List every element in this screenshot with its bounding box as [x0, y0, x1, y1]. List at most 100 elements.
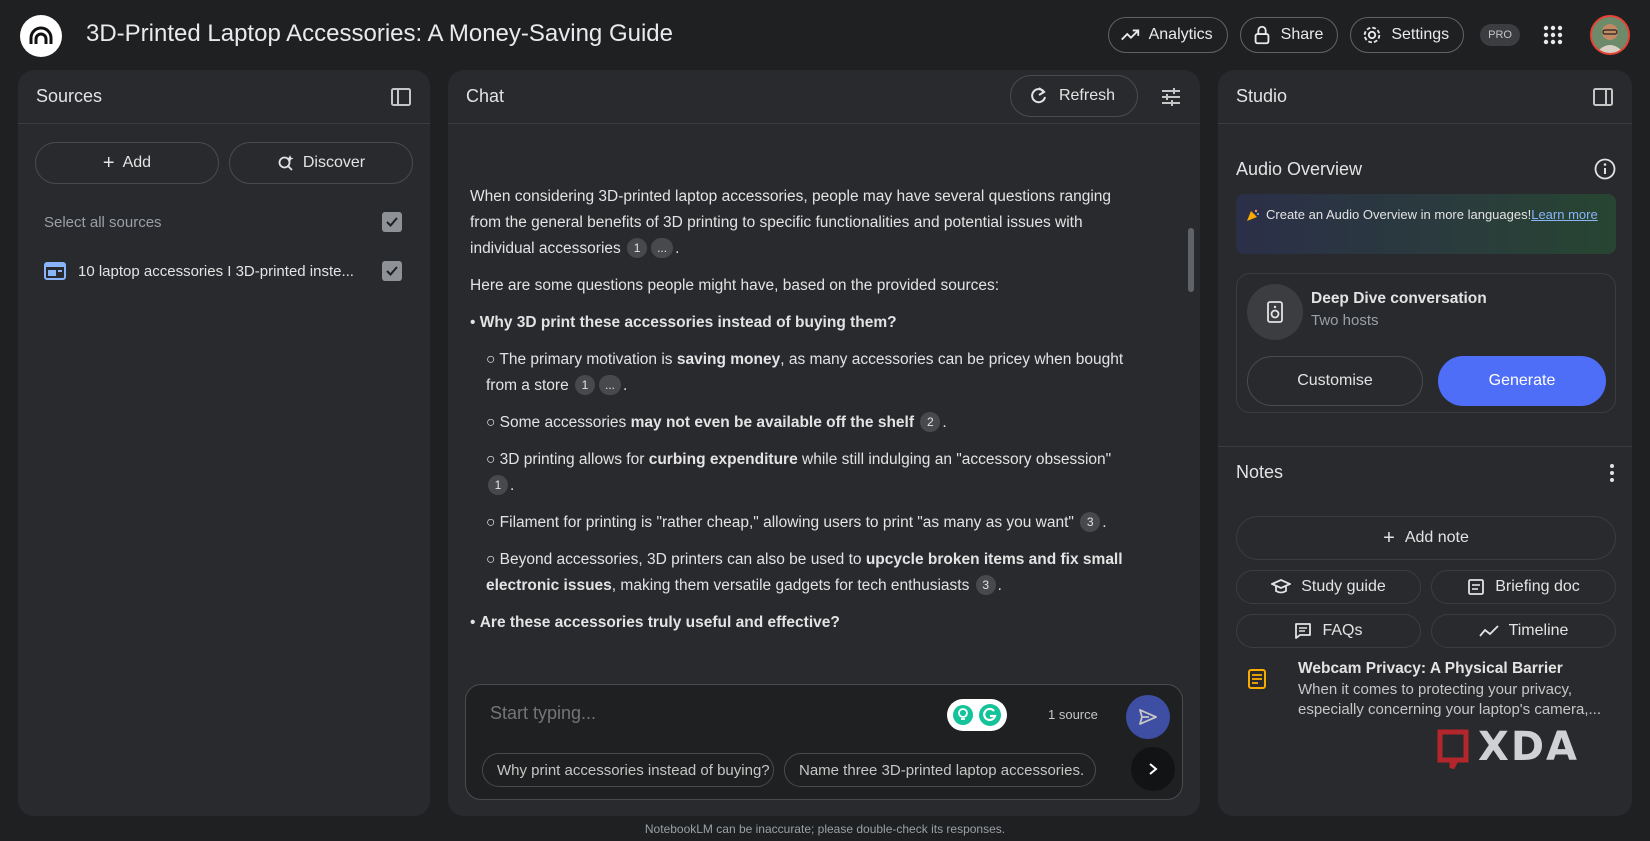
chat-message: When considering 3D-printed laptop acces… — [470, 184, 1130, 647]
message-text: When considering 3D-printed laptop acces… — [470, 188, 1112, 257]
briefing-doc-button[interactable]: Briefing doc — [1431, 570, 1616, 604]
collapse-panel-icon[interactable] — [1592, 86, 1614, 108]
citation-chip[interactable]: 3 — [975, 575, 996, 595]
share-button[interactable]: Share — [1239, 17, 1339, 53]
plus-icon: + — [1383, 527, 1395, 549]
note-icon — [1248, 669, 1266, 689]
note-title: Webcam Privacy: A Physical Barrier — [1298, 660, 1563, 677]
document-icon — [1468, 579, 1485, 595]
info-icon[interactable] — [1594, 158, 1616, 180]
chat-input[interactable] — [490, 703, 910, 724]
faqs-label: FAQs — [1322, 622, 1363, 639]
customise-button[interactable]: Customise — [1247, 356, 1423, 406]
generate-button[interactable]: Generate — [1438, 356, 1606, 406]
refresh-label: Refresh — [1058, 87, 1115, 104]
source-item[interactable]: 10 laptop accessories I 3D-printed inste… — [18, 261, 430, 281]
next-suggestions-button[interactable] — [1131, 747, 1175, 791]
sources-title: Sources — [36, 86, 103, 106]
answer-text: ○ Some accessories — [486, 414, 631, 431]
citation-more-chip[interactable]: ... — [651, 238, 674, 258]
pro-badge: PRO — [1480, 24, 1520, 46]
add-note-button[interactable]: + Add note — [1236, 516, 1616, 560]
studio-panel: Studio Audio Overview Create an Audio Ov… — [1218, 70, 1632, 816]
timeline-button[interactable]: Timeline — [1431, 614, 1616, 648]
notes-title: Notes — [1236, 462, 1284, 482]
refresh-icon — [1031, 87, 1046, 104]
answer-point: ○ Some accessories may not even be avail… — [470, 410, 1130, 436]
select-all-label: Select all sources — [44, 213, 162, 231]
refresh-button[interactable]: Refresh — [1009, 75, 1138, 117]
note-item[interactable]: Webcam Privacy: A Physical Barrier When … — [1236, 660, 1616, 720]
timeline-label: Timeline — [1508, 622, 1569, 639]
answer-point: ○ Filament for printing is "rather cheap… — [470, 510, 1130, 536]
share-label: Share — [1280, 26, 1324, 43]
sources-header: Sources — [18, 70, 430, 124]
select-all-row[interactable]: Select all sources — [18, 212, 430, 232]
banner-text: Create an Audio Overview in more languag… — [1266, 207, 1532, 222]
add-note-label: Add note — [1404, 529, 1469, 546]
bullet: • — [470, 614, 480, 631]
answer-point: ○ Beyond accessories, 3D printers can al… — [470, 547, 1130, 599]
send-button[interactable] — [1126, 695, 1170, 739]
deep-dive-subtitle: Two hosts — [1311, 312, 1379, 329]
discover-button[interactable]: Discover — [229, 142, 413, 184]
notes-header: Notes — [1236, 462, 1616, 483]
period: . — [997, 577, 1002, 594]
period: . — [623, 377, 628, 394]
suggestion-chip[interactable]: Why print accessories instead of buying? — [482, 753, 774, 787]
suggestion-chip[interactable]: Name three 3D-printed laptop accessories… — [784, 753, 1096, 787]
audio-overview-title: Audio Overview — [1236, 158, 1363, 179]
settings-button[interactable]: Settings — [1350, 17, 1465, 53]
answer-text: ○ Beyond accessories, 3D printers can al… — [486, 551, 866, 568]
lock-icon — [1254, 25, 1269, 45]
message-paragraph: Here are some questions people might hav… — [470, 277, 1000, 294]
avatar[interactable] — [1590, 15, 1630, 55]
question-heading: • Why 3D print these accessories instead… — [470, 310, 1130, 336]
question-text: Why 3D print these accessories instead o… — [479, 314, 897, 331]
faqs-button[interactable]: FAQs — [1236, 614, 1421, 648]
citation-more-chip[interactable]: ... — [599, 375, 622, 395]
chat-scrollbar[interactable] — [1188, 228, 1194, 292]
chat-header: Chat Refresh — [448, 70, 1200, 124]
studio-header: Studio — [1218, 70, 1632, 124]
analytics-button[interactable]: Analytics — [1107, 17, 1228, 53]
source-item-checkbox[interactable] — [382, 261, 402, 281]
add-source-label: Add — [122, 154, 152, 171]
studio-title: Studio — [1236, 86, 1288, 106]
answer-bold: curbing expenditure — [648, 451, 798, 468]
citation-chip[interactable]: 3 — [1080, 512, 1101, 532]
settings-label: Settings — [1391, 26, 1450, 43]
answer-point: ○ 3D printing allows for curbing expendi… — [470, 447, 1130, 499]
grammarly-widget[interactable] — [947, 699, 1007, 731]
tune-settings-icon[interactable] — [1160, 86, 1182, 108]
citation-chip[interactable]: 2 — [920, 412, 941, 432]
sources-panel: Sources + Add Discover Select all source… — [18, 70, 430, 816]
citation-chip[interactable]: 1 — [488, 475, 508, 495]
party-popper-icon — [1247, 209, 1259, 221]
study-guide-button[interactable]: Study guide — [1236, 570, 1421, 604]
xda-watermark: XDA — [1478, 724, 1579, 770]
study-guide-label: Study guide — [1301, 578, 1386, 595]
notebooklm-logo-icon[interactable] — [20, 15, 62, 57]
deep-dive-card: Deep Dive conversation Two hosts Customi… — [1236, 273, 1616, 413]
apps-grid-icon[interactable] — [1542, 24, 1564, 46]
learn-more-link[interactable]: Learn more — [1531, 207, 1597, 222]
citation-chip[interactable]: 1 — [575, 375, 596, 395]
audio-overview-header: Audio Overview — [1236, 158, 1616, 180]
more-vert-icon[interactable] — [1608, 463, 1616, 483]
answer-text: ○ Filament for printing is "rather cheap… — [486, 514, 1074, 531]
divider — [1218, 446, 1632, 447]
trending-up-icon — [1120, 29, 1139, 41]
source-actions: + Add Discover — [18, 124, 430, 184]
add-source-button[interactable]: + Add — [35, 142, 219, 184]
plus-icon: + — [102, 152, 115, 174]
question-heading: • Are these accessories truly useful and… — [470, 610, 1130, 636]
select-all-checkbox[interactable] — [382, 212, 402, 232]
chat-bubble-icon — [1295, 623, 1312, 639]
xda-logo-icon — [1437, 729, 1469, 770]
collapse-panel-icon[interactable] — [390, 86, 412, 108]
source-item-label: 10 laptop accessories I 3D-printed inste… — [78, 262, 354, 280]
citation-chip[interactable]: 1 — [627, 238, 648, 258]
notebook-title[interactable]: 3D-Printed Laptop Accessories: A Money-S… — [86, 20, 673, 48]
chat-panel: Chat Refresh When considering 3D-printed… — [448, 70, 1200, 816]
